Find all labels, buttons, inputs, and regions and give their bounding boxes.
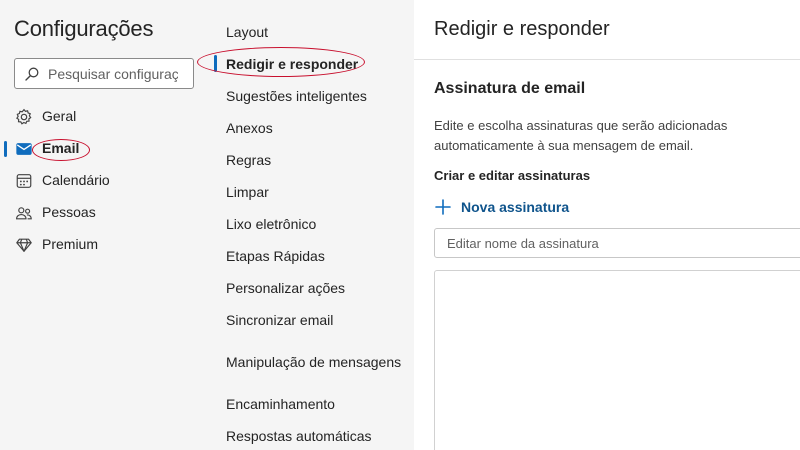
category-premium[interactable]: Premium <box>0 230 206 258</box>
page-title: Redigir e responder <box>434 18 610 40</box>
selection-indicator <box>4 141 7 157</box>
highlight-circle-email <box>32 139 90 161</box>
settings-sidebar: Configurações Geral Email <box>0 0 206 450</box>
category-label: Pessoas <box>42 204 96 220</box>
submenu-item-encaminhamento[interactable]: Encaminhamento <box>226 396 335 412</box>
category-email[interactable]: Email <box>0 134 206 162</box>
diamond-icon <box>16 238 32 252</box>
submenu-item-lixo-eletronico[interactable]: Lixo eletrônico <box>226 216 316 232</box>
category-label: Calendário <box>42 172 110 188</box>
create-signatures-heading: Criar e editar assinaturas <box>434 168 591 183</box>
submenu-item-manipulacao-de-mensagens[interactable]: Manipulação de mensagens <box>226 354 401 370</box>
settings-content-pane: Redigir e responder Assinatura de email … <box>414 0 800 450</box>
search-icon <box>25 67 39 81</box>
people-icon <box>16 207 32 220</box>
settings-title: Configurações <box>14 16 154 41</box>
mail-icon <box>16 143 32 155</box>
category-label: Premium <box>42 236 99 252</box>
category-geral[interactable]: Geral <box>0 102 206 130</box>
section-description: Edite e escolha assinaturas que serão ad… <box>434 118 728 153</box>
category-calendario[interactable]: Calendário <box>0 166 206 194</box>
submenu-item-layout[interactable]: Layout <box>226 24 268 40</box>
submenu-item-sugestoes-inteligentes[interactable]: Sugestões inteligentes <box>226 88 367 104</box>
submenu-item-regras[interactable]: Regras <box>226 152 271 168</box>
submenu-item-personalizar-acoes[interactable]: Personalizar ações <box>226 280 345 296</box>
calendar-icon <box>16 174 32 188</box>
submenu-item-etapas-rapidas[interactable]: Etapas Rápidas <box>226 248 325 264</box>
category-label: Geral <box>42 108 77 124</box>
email-submenu: Layout Redigir e responder Sugestões int… <box>197 0 414 450</box>
gear-icon <box>16 108 32 125</box>
settings-search-box[interactable] <box>14 58 194 89</box>
submenu-item-sincronizar-email[interactable]: Sincronizar email <box>226 312 333 328</box>
plus-icon <box>435 199 451 215</box>
submenu-item-respostas-automaticas[interactable]: Respostas automáticas <box>226 428 372 444</box>
submenu-item-anexos[interactable]: Anexos <box>226 120 273 136</box>
signature-name-field[interactable] <box>434 228 800 258</box>
highlight-circle-redigir <box>197 47 365 77</box>
header-divider <box>414 59 800 60</box>
new-signature-label: Nova assinatura <box>461 199 570 215</box>
signature-editor[interactable] <box>434 270 800 450</box>
signature-name-input[interactable] <box>447 235 787 251</box>
search-input[interactable] <box>48 65 178 82</box>
category-pessoas[interactable]: Pessoas <box>0 198 206 226</box>
submenu-item-limpar[interactable]: Limpar <box>226 184 269 200</box>
section-title: Assinatura de email <box>434 80 586 97</box>
new-signature-button[interactable]: Nova assinatura <box>434 196 569 218</box>
